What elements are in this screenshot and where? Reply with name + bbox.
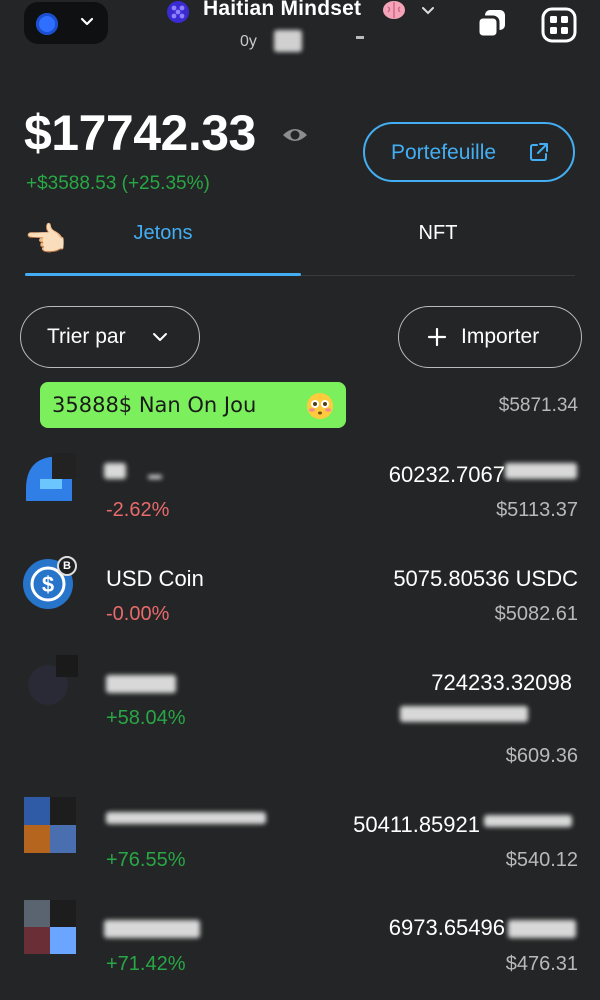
token-change: -0.00% bbox=[106, 603, 170, 625]
network-badge: B bbox=[57, 556, 77, 576]
token-fiat: $5082.61 bbox=[494, 603, 578, 625]
total-balance: $17742.33 bbox=[24, 105, 256, 161]
redacted-symbol bbox=[505, 463, 577, 479]
external-link-icon bbox=[530, 143, 548, 161]
token-name: USD Coin bbox=[106, 566, 204, 591]
import-label: Importer bbox=[461, 325, 540, 348]
token-fiat: $540.12 bbox=[505, 849, 578, 871]
sort-button[interactable]: Trier par bbox=[20, 306, 200, 368]
sort-label: Trier par bbox=[47, 325, 126, 348]
account-name[interactable]: Haitian Mindset bbox=[203, 0, 361, 21]
redacted-name bbox=[104, 920, 200, 938]
brain-emoji-icon bbox=[383, 1, 405, 19]
redacted-address bbox=[274, 30, 302, 52]
token-fiat: $476.31 bbox=[505, 953, 578, 975]
svg-text:$: $ bbox=[42, 572, 54, 597]
redacted-symbol bbox=[400, 706, 528, 722]
token-change: +71.42% bbox=[106, 953, 186, 975]
promo-fiat-value: $5871.34 bbox=[498, 395, 578, 416]
eye-icon[interactable] bbox=[281, 121, 309, 149]
token-fiat: $609.36 bbox=[505, 745, 578, 767]
promo-banner[interactable]: 35888$ Nan On Jou bbox=[40, 382, 346, 428]
account-avatar-icon bbox=[167, 1, 189, 23]
token-change: +76.55% bbox=[106, 849, 186, 871]
token-change: +58.04% bbox=[106, 707, 186, 729]
redacted-name bbox=[106, 675, 176, 693]
network-selector[interactable] bbox=[24, 2, 108, 44]
flushed-face-icon bbox=[307, 393, 333, 419]
portfolio-button[interactable]: Portefeuille bbox=[363, 122, 575, 182]
token-icon bbox=[24, 900, 76, 954]
token-amount: 724233.32098 bbox=[431, 670, 572, 695]
scan-icon[interactable] bbox=[540, 6, 578, 44]
balance-change: +$3588.53 (+25.35%) bbox=[26, 173, 210, 194]
promo-text: 35888$ Nan On Jou bbox=[52, 393, 257, 417]
chevron-down-icon bbox=[153, 333, 167, 341]
copy-icon[interactable] bbox=[474, 6, 510, 42]
pointing-hand-icon: 👈🏻 bbox=[24, 221, 67, 259]
import-button[interactable]: Importer bbox=[398, 306, 582, 368]
network-dot-icon bbox=[36, 13, 58, 35]
token-amount: 5075.80536 USDC bbox=[393, 566, 578, 591]
token-amount: 50411.85921 bbox=[353, 812, 480, 837]
tab-tokens[interactable]: Jetons bbox=[25, 222, 301, 245]
token-change: -2.62% bbox=[106, 499, 170, 521]
tab-nft[interactable]: NFT bbox=[300, 222, 576, 245]
token-fiat: $5113.37 bbox=[496, 499, 578, 521]
account-chevron-down-icon[interactable] bbox=[418, 0, 438, 20]
redacted-name bbox=[104, 463, 126, 479]
token-icon bbox=[28, 655, 78, 705]
token-icon bbox=[24, 797, 76, 853]
active-tab-indicator bbox=[25, 273, 301, 276]
redacted-name-end bbox=[148, 475, 162, 479]
plus-icon bbox=[427, 327, 447, 347]
token-icon bbox=[26, 453, 76, 501]
redacted-name bbox=[106, 812, 266, 824]
token-amount: 6973.65496 bbox=[388, 915, 505, 940]
portfolio-label: Portefeuille bbox=[391, 141, 497, 164]
account-address[interactable]: 0y bbox=[240, 33, 257, 51]
redacted-symbol bbox=[508, 920, 576, 938]
redacted-symbol bbox=[484, 815, 572, 827]
chevron-down-icon bbox=[80, 17, 94, 26]
token-amount: 60232.7067 bbox=[388, 462, 505, 487]
redacted-address-end bbox=[356, 36, 364, 39]
